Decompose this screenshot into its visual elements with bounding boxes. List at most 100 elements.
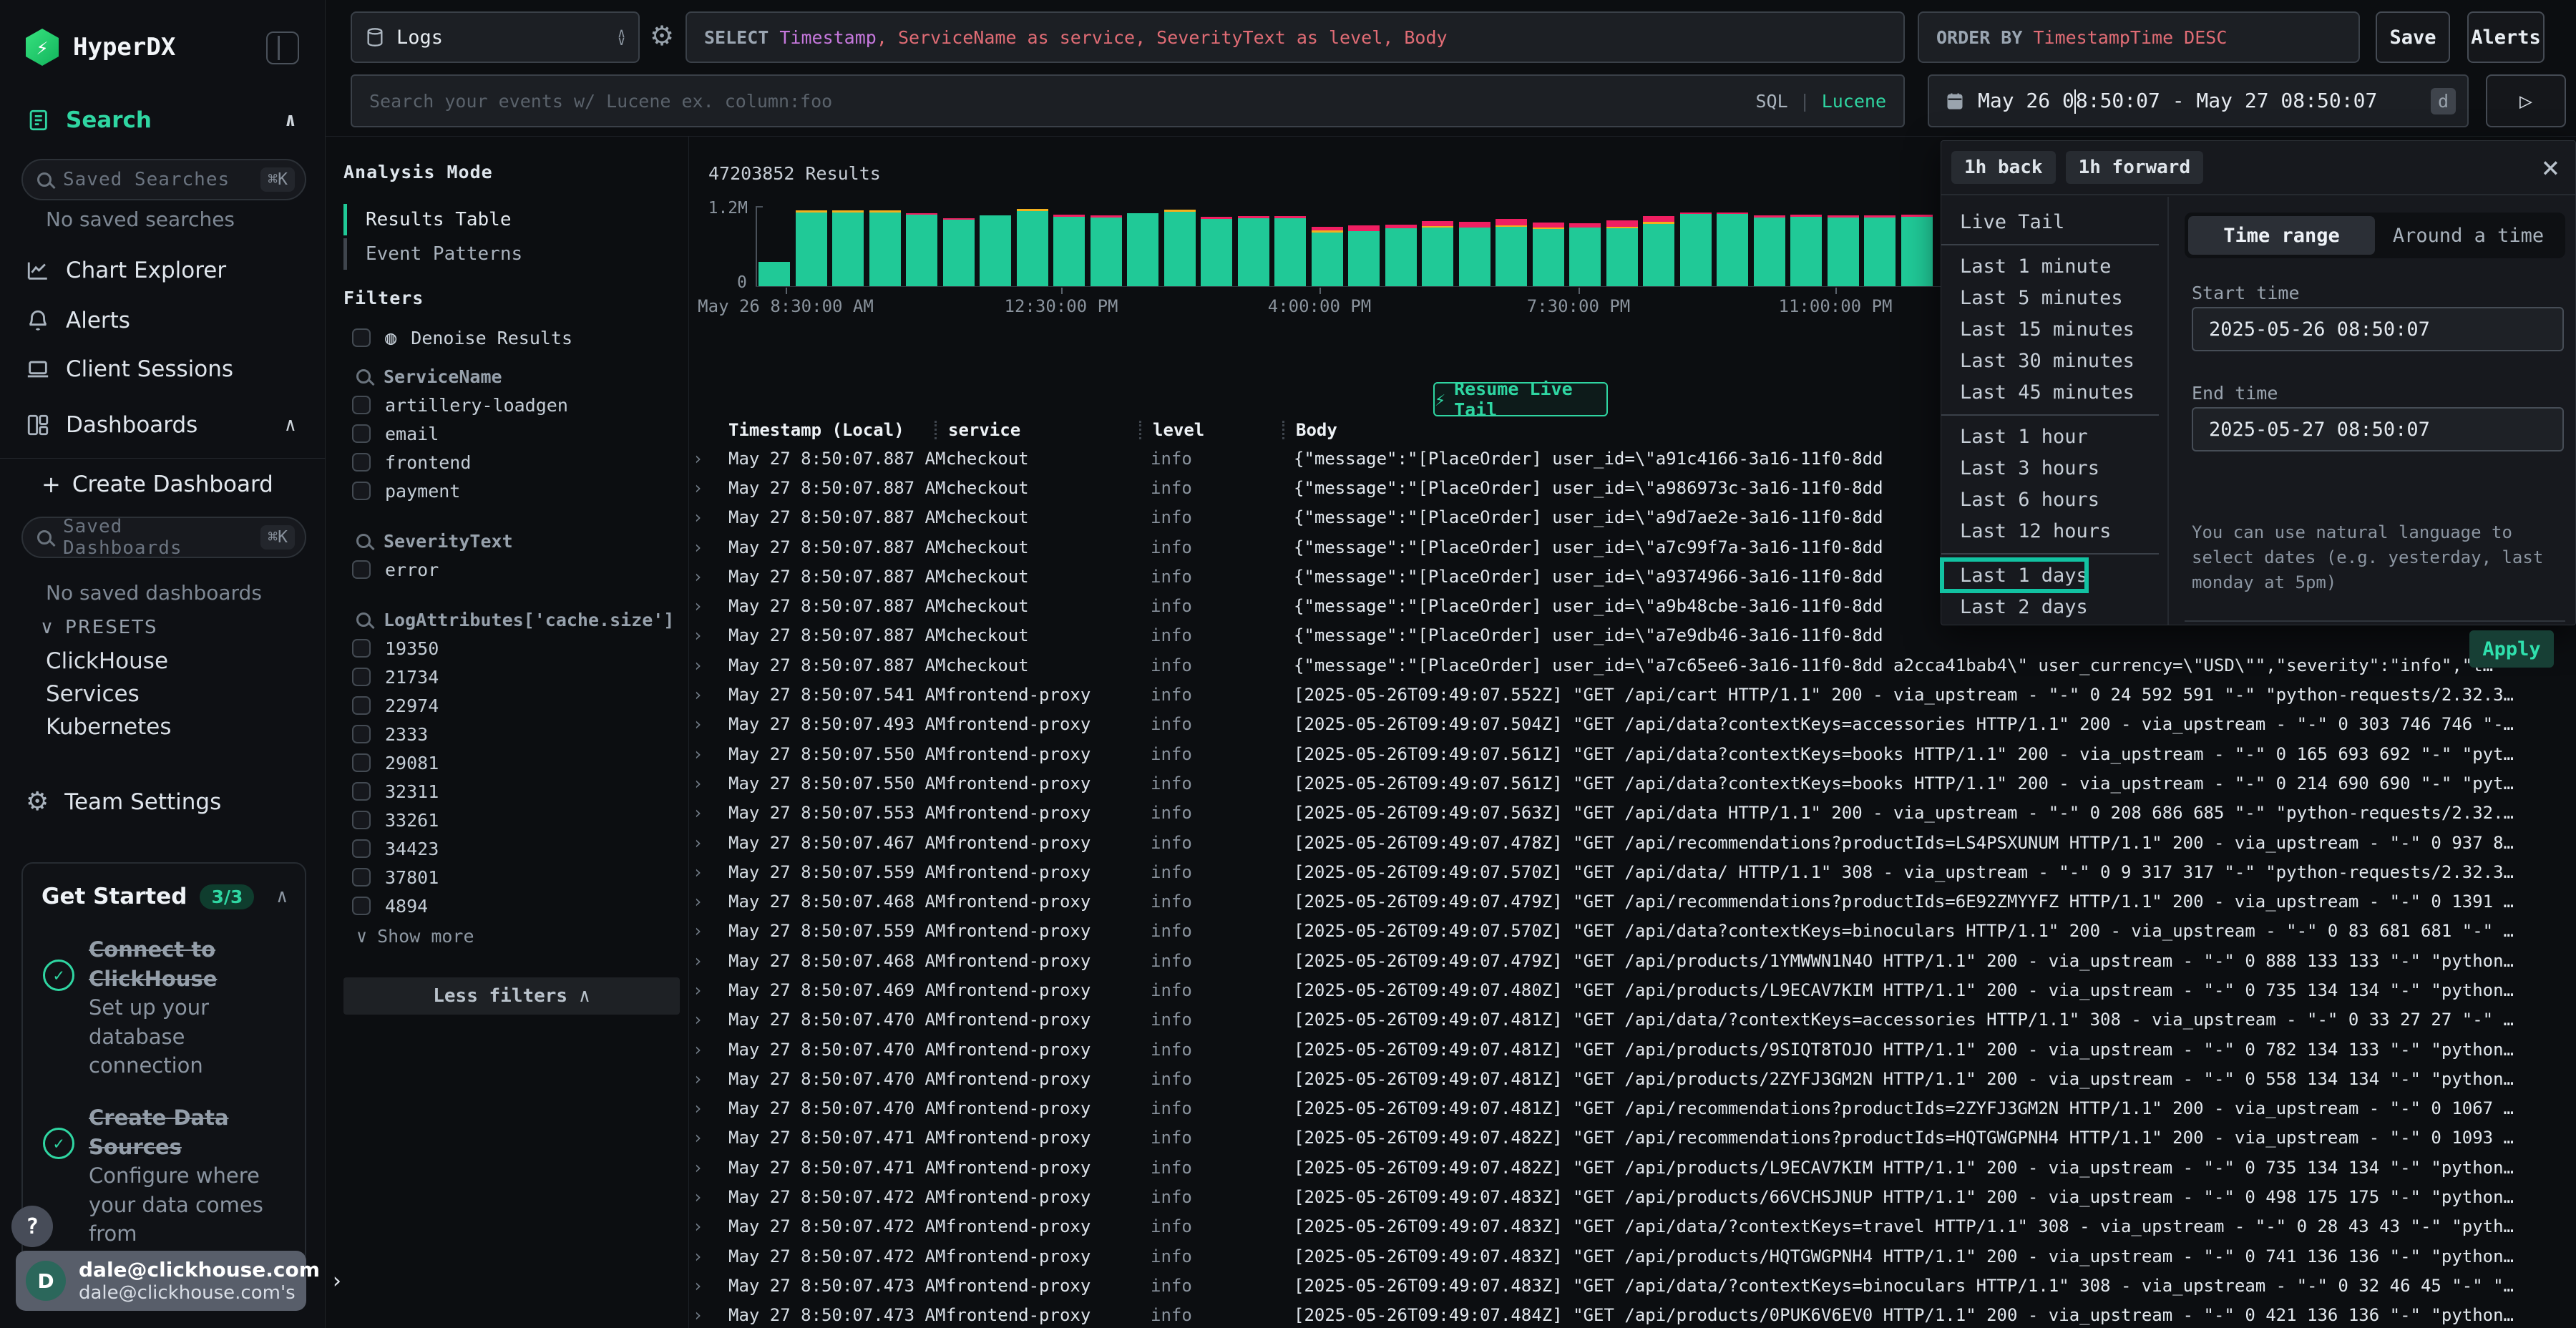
one-hour-back-button[interactable]: 1h back bbox=[1951, 151, 2056, 184]
expand-row-icon[interactable]: › bbox=[686, 714, 717, 734]
expand-row-icon[interactable]: › bbox=[686, 1128, 717, 1148]
get-started-item[interactable]: ✓Create Data SourcesConfigure where your… bbox=[23, 1092, 305, 1260]
time-preset-last-12-hours[interactable]: Last 12 hours bbox=[1941, 516, 2167, 547]
table-row[interactable]: ›May 27 8:50:07.471 AMfrontend-proxyinfo… bbox=[686, 1123, 2576, 1153]
expand-row-icon[interactable]: › bbox=[686, 478, 717, 498]
expand-row-icon[interactable]: › bbox=[686, 862, 717, 882]
chevron-up-icon[interactable]: ∧ bbox=[285, 109, 296, 131]
histogram-bar[interactable] bbox=[1422, 221, 1453, 286]
table-row[interactable]: ›May 27 8:50:07.473 AMfrontend-proxyinfo… bbox=[686, 1301, 2576, 1328]
histogram-bar[interactable] bbox=[1201, 217, 1232, 286]
histogram-bar[interactable] bbox=[1828, 215, 1859, 286]
sidebar-collapse-icon[interactable] bbox=[266, 31, 299, 64]
checkbox[interactable] bbox=[352, 453, 371, 472]
histogram-bar[interactable] bbox=[832, 210, 864, 286]
table-row[interactable]: ›May 27 8:50:07.472 AMfrontend-proxyinfo… bbox=[686, 1212, 2576, 1241]
end-time-input[interactable]: 2025-05-27 08:50:07 bbox=[2192, 407, 2564, 451]
apply-button[interactable]: Apply bbox=[2469, 630, 2554, 668]
filter-option[interactable]: error bbox=[343, 555, 680, 584]
order-by-input[interactable]: ORDER BY TimestampTime DESC bbox=[1918, 11, 2360, 63]
preset-link-services[interactable]: Services bbox=[46, 681, 140, 707]
get-started-item[interactable]: ✓Connect to ClickHouseSet up your databa… bbox=[23, 924, 305, 1092]
lucene-search-input[interactable]: Search your events w/ Lucene ex. column:… bbox=[351, 74, 1905, 127]
tab-time-range[interactable]: Time range bbox=[2188, 216, 2375, 255]
time-preset-last-45-minutes[interactable]: Last 45 minutes bbox=[1941, 377, 2167, 409]
table-row[interactable]: ›May 27 8:50:07.471 AMfrontend-proxyinfo… bbox=[686, 1153, 2576, 1182]
histogram-bar[interactable] bbox=[1312, 227, 1343, 286]
expand-row-icon[interactable]: › bbox=[686, 537, 717, 557]
time-preset-last-1-days[interactable]: Last 1 days bbox=[1941, 560, 2167, 592]
expand-row-icon[interactable]: › bbox=[686, 1246, 717, 1266]
filter-option[interactable]: 29081 bbox=[343, 748, 680, 777]
source-settings-gear-icon[interactable]: ⚙ bbox=[650, 20, 674, 52]
lang-lucene[interactable]: Lucene bbox=[1822, 91, 1886, 112]
one-hour-forward-button[interactable]: 1h forward bbox=[2066, 151, 2204, 184]
histogram-bar[interactable] bbox=[1053, 215, 1085, 286]
table-row[interactable]: ›May 27 8:50:07.541 AMfrontend-proxyinfo… bbox=[686, 680, 2576, 709]
source-select[interactable]: Logs ∧∨ bbox=[351, 11, 640, 63]
expand-row-icon[interactable]: › bbox=[686, 1305, 717, 1325]
time-preset-last-15-minutes[interactable]: Last 15 minutes bbox=[1941, 314, 2167, 346]
get-started-header[interactable]: Get Started 3/3 ∧ bbox=[23, 864, 305, 924]
checkbox[interactable] bbox=[352, 696, 371, 715]
sidebar-item-team-settings[interactable]: ⚙ Team Settings bbox=[26, 787, 221, 816]
histogram-bar[interactable] bbox=[1790, 215, 1822, 286]
histogram-bar[interactable] bbox=[1606, 220, 1638, 286]
table-row[interactable]: ›May 27 8:50:07.470 AMfrontend-proxyinfo… bbox=[686, 1005, 2576, 1035]
expand-row-icon[interactable]: › bbox=[686, 596, 717, 616]
denoise-results-option[interactable]: ◍ Denoise Results bbox=[343, 323, 572, 352]
table-row[interactable]: ›May 27 8:50:07.550 AMfrontend-proxyinfo… bbox=[686, 768, 2576, 798]
expand-row-icon[interactable]: › bbox=[686, 567, 717, 587]
sidebar-item-alerts[interactable]: Alerts bbox=[26, 308, 130, 333]
resume-live-tail-button[interactable]: ⚡ Resume Live Tail bbox=[1433, 382, 1608, 416]
chevron-up-icon[interactable]: ∧ bbox=[285, 414, 296, 436]
histogram-bar[interactable] bbox=[1091, 215, 1122, 286]
histogram-bar[interactable] bbox=[1569, 223, 1601, 286]
create-dashboard-button[interactable]: + Create Dashboard bbox=[42, 471, 273, 498]
table-row[interactable]: ›May 27 8:50:07.473 AMfrontend-proxyinfo… bbox=[686, 1271, 2576, 1300]
checkbox[interactable] bbox=[352, 328, 371, 347]
table-row[interactable]: ›May 27 8:50:07.887 AMcheckoutinfo{"mess… bbox=[686, 650, 2576, 680]
help-button[interactable]: ? bbox=[11, 1206, 53, 1247]
less-filters-button[interactable]: Less filters ∧ bbox=[343, 977, 680, 1015]
show-more-button[interactable]: ∨Show more bbox=[343, 920, 680, 952]
expand-row-icon[interactable]: › bbox=[686, 1216, 717, 1236]
table-row[interactable]: ›May 27 8:50:07.472 AMfrontend-proxyinfo… bbox=[686, 1182, 2576, 1211]
histogram-bar[interactable] bbox=[1533, 223, 1564, 286]
histogram-bar[interactable] bbox=[1459, 222, 1491, 286]
histogram-bar[interactable] bbox=[1164, 210, 1196, 286]
checkbox[interactable] bbox=[352, 753, 371, 772]
table-row[interactable]: ›May 27 8:50:07.493 AMfrontend-proxyinfo… bbox=[686, 710, 2576, 739]
table-row[interactable]: ›May 27 8:50:07.472 AMfrontend-proxyinfo… bbox=[686, 1241, 2576, 1271]
checkbox[interactable] bbox=[352, 639, 371, 658]
histogram-bar[interactable] bbox=[1127, 213, 1158, 286]
presets-toggle[interactable]: ∨ PRESETS bbox=[40, 617, 158, 638]
alerts-button[interactable]: Alerts bbox=[2467, 11, 2545, 63]
table-row[interactable]: ›May 27 8:50:07.469 AMfrontend-proxyinfo… bbox=[686, 975, 2576, 1005]
filter-option[interactable]: 2333 bbox=[343, 720, 680, 748]
saved-searches-input[interactable]: Saved Searches ⌘K bbox=[21, 159, 306, 200]
checkbox[interactable] bbox=[352, 424, 371, 443]
table-row[interactable]: ›May 27 8:50:07.470 AMfrontend-proxyinfo… bbox=[686, 1094, 2576, 1123]
checkbox[interactable] bbox=[352, 668, 371, 686]
filter-option[interactable]: 4894 bbox=[343, 892, 680, 920]
filter-option[interactable]: 34423 bbox=[343, 834, 680, 863]
expand-row-icon[interactable]: › bbox=[686, 951, 717, 971]
checkbox[interactable] bbox=[352, 868, 371, 887]
lang-sql[interactable]: SQL bbox=[1755, 91, 1787, 112]
histogram-bar[interactable] bbox=[1274, 216, 1306, 286]
expand-row-icon[interactable]: › bbox=[686, 1158, 717, 1178]
checkbox[interactable] bbox=[352, 897, 371, 915]
sidebar-item-chart-explorer[interactable]: Chart Explorer bbox=[26, 258, 226, 283]
expand-row-icon[interactable]: › bbox=[686, 892, 717, 912]
close-icon[interactable]: × bbox=[2542, 152, 2560, 182]
expand-row-icon[interactable]: › bbox=[686, 1276, 717, 1296]
expand-row-icon[interactable]: › bbox=[686, 685, 717, 705]
sql-select-input[interactable]: SELECT Timestamp, ServiceName as service… bbox=[686, 11, 1905, 63]
histogram-bar[interactable] bbox=[1901, 215, 1933, 286]
checkbox[interactable] bbox=[352, 560, 371, 579]
table-row[interactable]: ›May 27 8:50:07.559 AMfrontend-proxyinfo… bbox=[686, 917, 2576, 946]
filter-option[interactable]: payment bbox=[343, 477, 680, 505]
checkbox[interactable] bbox=[352, 782, 371, 801]
expand-row-icon[interactable]: › bbox=[686, 1098, 717, 1118]
